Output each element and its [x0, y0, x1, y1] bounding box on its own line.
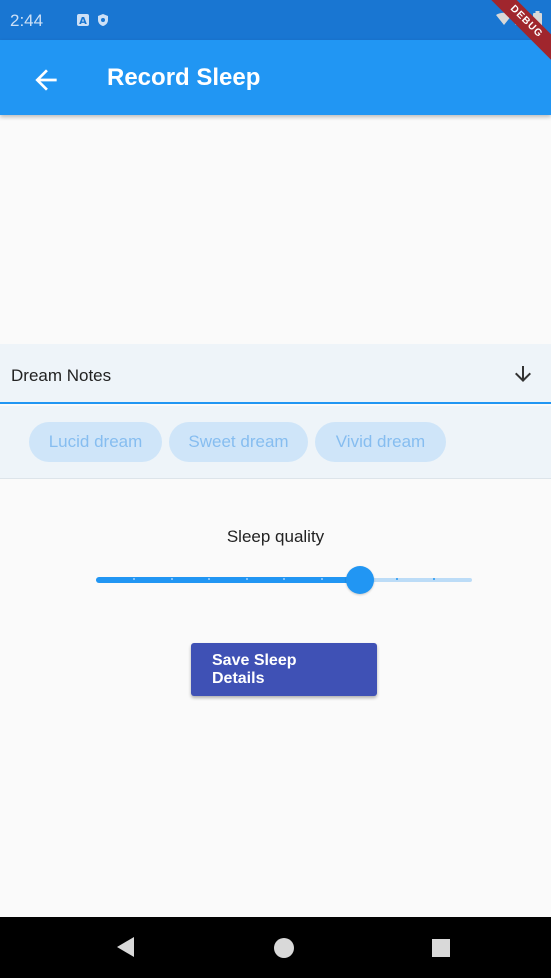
- save-sleep-details-button[interactable]: Save Sleep Details: [191, 643, 377, 696]
- shield-icon: [96, 13, 110, 32]
- slider-track-active: [96, 577, 359, 583]
- signal-icon: [514, 12, 528, 31]
- nav-home-icon[interactable]: [274, 938, 294, 958]
- slider-tick: [246, 578, 248, 580]
- arrow-back-icon: [35, 69, 57, 91]
- dream-notes-dropdown[interactable]: Dream Notes: [0, 344, 551, 404]
- back-button[interactable]: [30, 64, 62, 96]
- sleep-quality-slider[interactable]: [96, 566, 472, 594]
- slider-tick: [283, 578, 285, 580]
- status-bar: 2:44 A: [0, 0, 551, 40]
- nav-back-icon[interactable]: [117, 937, 135, 957]
- slider-tick: [208, 578, 210, 580]
- chip-vivid-dream[interactable]: Vivid dream: [315, 422, 446, 462]
- page-title: Record Sleep: [107, 64, 261, 91]
- svg-text:A: A: [79, 16, 87, 27]
- slider-tick: [171, 578, 173, 580]
- slider-tick: [433, 578, 435, 580]
- wifi-icon: [496, 12, 512, 31]
- notification-a-icon: A: [76, 13, 90, 32]
- app-bar: Record Sleep: [0, 40, 551, 115]
- system-nav-bar: [0, 917, 551, 978]
- slider-tick: [321, 578, 323, 580]
- sleep-quality-label: Sleep quality: [226, 527, 325, 546]
- dream-notes-label: Dream Notes: [11, 366, 112, 385]
- slider-thumb[interactable]: [346, 566, 374, 594]
- nav-recents-icon[interactable]: [432, 939, 450, 957]
- battery-icon: [533, 11, 542, 32]
- chip-lucid-dream[interactable]: Lucid dream: [29, 422, 162, 462]
- slider-tick: [133, 578, 135, 580]
- status-time: 2:44: [10, 11, 44, 30]
- arrow-downward-icon: [515, 366, 531, 382]
- dream-chips: Lucid dream Sweet dream Vivid dream: [0, 406, 551, 479]
- chip-sweet-dream[interactable]: Sweet dream: [169, 422, 308, 462]
- slider-tick: [396, 578, 398, 580]
- save-button-label: Save Sleep Details: [212, 652, 297, 687]
